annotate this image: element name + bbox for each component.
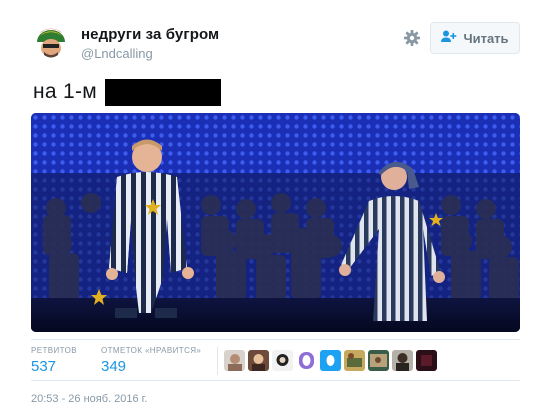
liker-avatar[interactable]: [368, 350, 389, 371]
redaction-bar: [105, 78, 222, 106]
tweet-text: на 1-м: [33, 77, 222, 107]
liker-avatar[interactable]: [224, 350, 245, 371]
tweet-photo[interactable]: [31, 113, 520, 332]
follow-button-label: Читать: [463, 30, 509, 46]
tweet-stats: РЕТВИТОВ 537 ОТМЕТОК «НРАВИТСЯ» 349: [31, 339, 520, 381]
liker-avatar[interactable]: [272, 350, 293, 371]
display-name[interactable]: недруги за бугром: [81, 26, 219, 44]
liker-avatar[interactable]: [296, 350, 317, 371]
liker-avatar[interactable]: [320, 350, 341, 371]
likes-label: ОТМЕТОК «НРАВИТСЯ»: [101, 346, 202, 355]
likes-count: 349: [101, 358, 127, 375]
gear-icon[interactable]: [403, 29, 421, 47]
retweets-label: РЕТВИТОВ: [31, 346, 77, 355]
user-names: недруги за бугром @Lndcalling: [81, 26, 219, 62]
retweet-stat[interactable]: РЕТВИТОВ 537: [31, 346, 77, 375]
liker-avatar[interactable]: [416, 350, 437, 371]
liker-avatar[interactable]: [392, 350, 413, 371]
user-handle[interactable]: @Lndcalling: [81, 45, 219, 62]
liker-avatar[interactable]: [248, 350, 269, 371]
liker-avatar[interactable]: [344, 350, 365, 371]
tweet-header: недруги за бугром @Lndcalling Читать: [33, 20, 523, 66]
tweet-timestamp[interactable]: 20:53 - 26 нояб. 2016 г.: [31, 393, 147, 405]
liker-avatars: [224, 350, 437, 371]
follow-button[interactable]: Читать: [430, 22, 520, 54]
stats-divider: [217, 347, 218, 375]
tweet-text-content: на 1-м: [33, 80, 98, 103]
likes-stat[interactable]: ОТМЕТОК «НРАВИТСЯ» 349: [101, 346, 201, 375]
person-plus-icon: [441, 30, 457, 46]
retweets-count: 537: [31, 358, 57, 375]
avatar[interactable]: [33, 24, 69, 60]
